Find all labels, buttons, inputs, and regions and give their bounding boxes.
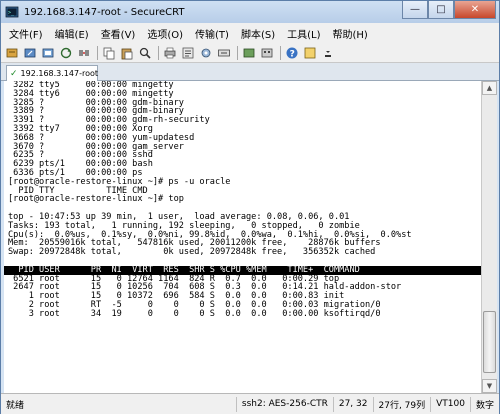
about-icon[interactable] — [302, 45, 318, 61]
menu-tools[interactable]: 工具(L) — [281, 26, 326, 41]
window-controls: — □ ✕ — [402, 1, 496, 19]
scroll-down-icon[interactable]: ▼ — [482, 379, 497, 393]
settings-icon[interactable] — [180, 45, 196, 61]
connect-tab-icon[interactable] — [40, 45, 56, 61]
menu-edit[interactable]: 编辑(E) — [49, 26, 95, 41]
quick-connect-icon[interactable] — [22, 45, 38, 61]
copy-icon[interactable] — [101, 45, 117, 61]
securecrt-app-icon: >_ — [5, 5, 19, 19]
menu-transfer[interactable]: 传输(T) — [189, 26, 235, 41]
menu-script[interactable]: 脚本(S) — [235, 26, 281, 41]
close-icon: ✕ — [470, 4, 480, 15]
keymap-icon[interactable] — [259, 45, 275, 61]
menu-view[interactable]: 查看(V) — [95, 26, 142, 41]
toolbar-separator — [158, 45, 159, 60]
find-icon[interactable] — [137, 45, 153, 61]
toolbar-separator — [280, 45, 281, 60]
maximize-icon: □ — [436, 4, 446, 15]
status-caps: 数字 — [469, 396, 499, 412]
terminal-line: [root@oracle-restore-linux ~]# top — [8, 194, 184, 205]
help-icon[interactable]: ? — [284, 45, 300, 61]
toolbar-separator — [237, 45, 238, 60]
menu-file[interactable]: 文件(F) — [3, 26, 49, 41]
menu-bar: 文件(F) 编辑(E) 查看(V) 选项(O) 传输(T) 脚本(S) 工具(L… — [1, 23, 499, 43]
status-cursor-position: 27, 32 — [332, 396, 373, 412]
window-title: 192.168.3.147-root - SecureCRT — [24, 6, 185, 18]
title-bar[interactable]: >_ 192.168.3.147-root - SecureCRT — □ ✕ — [1, 1, 499, 23]
terminal-scrollbar[interactable]: ▲ ▼ — [481, 81, 497, 393]
connect-icon[interactable] — [4, 45, 20, 61]
status-terminal-type: VT100 — [430, 396, 470, 412]
reconnect-icon[interactable] — [58, 45, 74, 61]
securecrt-window: >_ 192.168.3.147-root - SecureCRT — □ ✕ … — [0, 0, 500, 414]
svg-text:>_: >_ — [8, 10, 15, 16]
paste-icon[interactable] — [119, 45, 135, 61]
close-button[interactable]: ✕ — [454, 1, 496, 19]
map-keys-icon[interactable] — [216, 45, 232, 61]
print-icon[interactable] — [162, 45, 178, 61]
terminal-line: 3 root 34 19 0 0 0 S 0.0 0.0 0:00.00 kso… — [8, 308, 381, 319]
session-options-icon[interactable] — [198, 45, 214, 61]
status-bar: 就绪 ssh2: AES-256-CTR 27, 32 27行, 79列 VT1… — [1, 393, 499, 414]
scrollbar-thumb[interactable] — [483, 311, 496, 373]
menu-help[interactable]: 帮助(H) — [326, 26, 373, 41]
svg-text:?: ? — [290, 49, 295, 59]
disconnect-icon[interactable] — [76, 45, 92, 61]
toolbar-separator — [97, 45, 98, 60]
connected-check-icon: ✓ — [10, 68, 18, 79]
status-ready: 就绪 — [6, 400, 25, 411]
sftp-icon[interactable] — [241, 45, 257, 61]
toolbar-overflow-icon[interactable] — [320, 45, 336, 61]
minimize-button[interactable]: — — [402, 1, 428, 19]
session-tab-label: 192.168.3.147-root — [20, 69, 98, 78]
status-cipher: ssh2: AES-256-CTR — [235, 396, 333, 412]
session-tab-bar: ✓ 192.168.3.147-root — [1, 63, 499, 81]
toolbar: ? — [1, 43, 499, 63]
maximize-button[interactable]: □ — [428, 1, 454, 19]
terminal-line: Swap: 20972848k total, 0k used, 20972848… — [8, 247, 376, 258]
scroll-up-icon[interactable]: ▲ — [482, 81, 497, 95]
terminal-output[interactable]: 3282 tty5 00:00:00 mingetty 3284 tty6 00… — [4, 81, 481, 393]
minimize-icon: — — [410, 4, 420, 15]
menu-options[interactable]: 选项(O) — [141, 26, 189, 41]
status-terminal-size: 27行, 79列 — [372, 396, 431, 412]
session-tab[interactable]: ✓ 192.168.3.147-root — [6, 65, 98, 81]
